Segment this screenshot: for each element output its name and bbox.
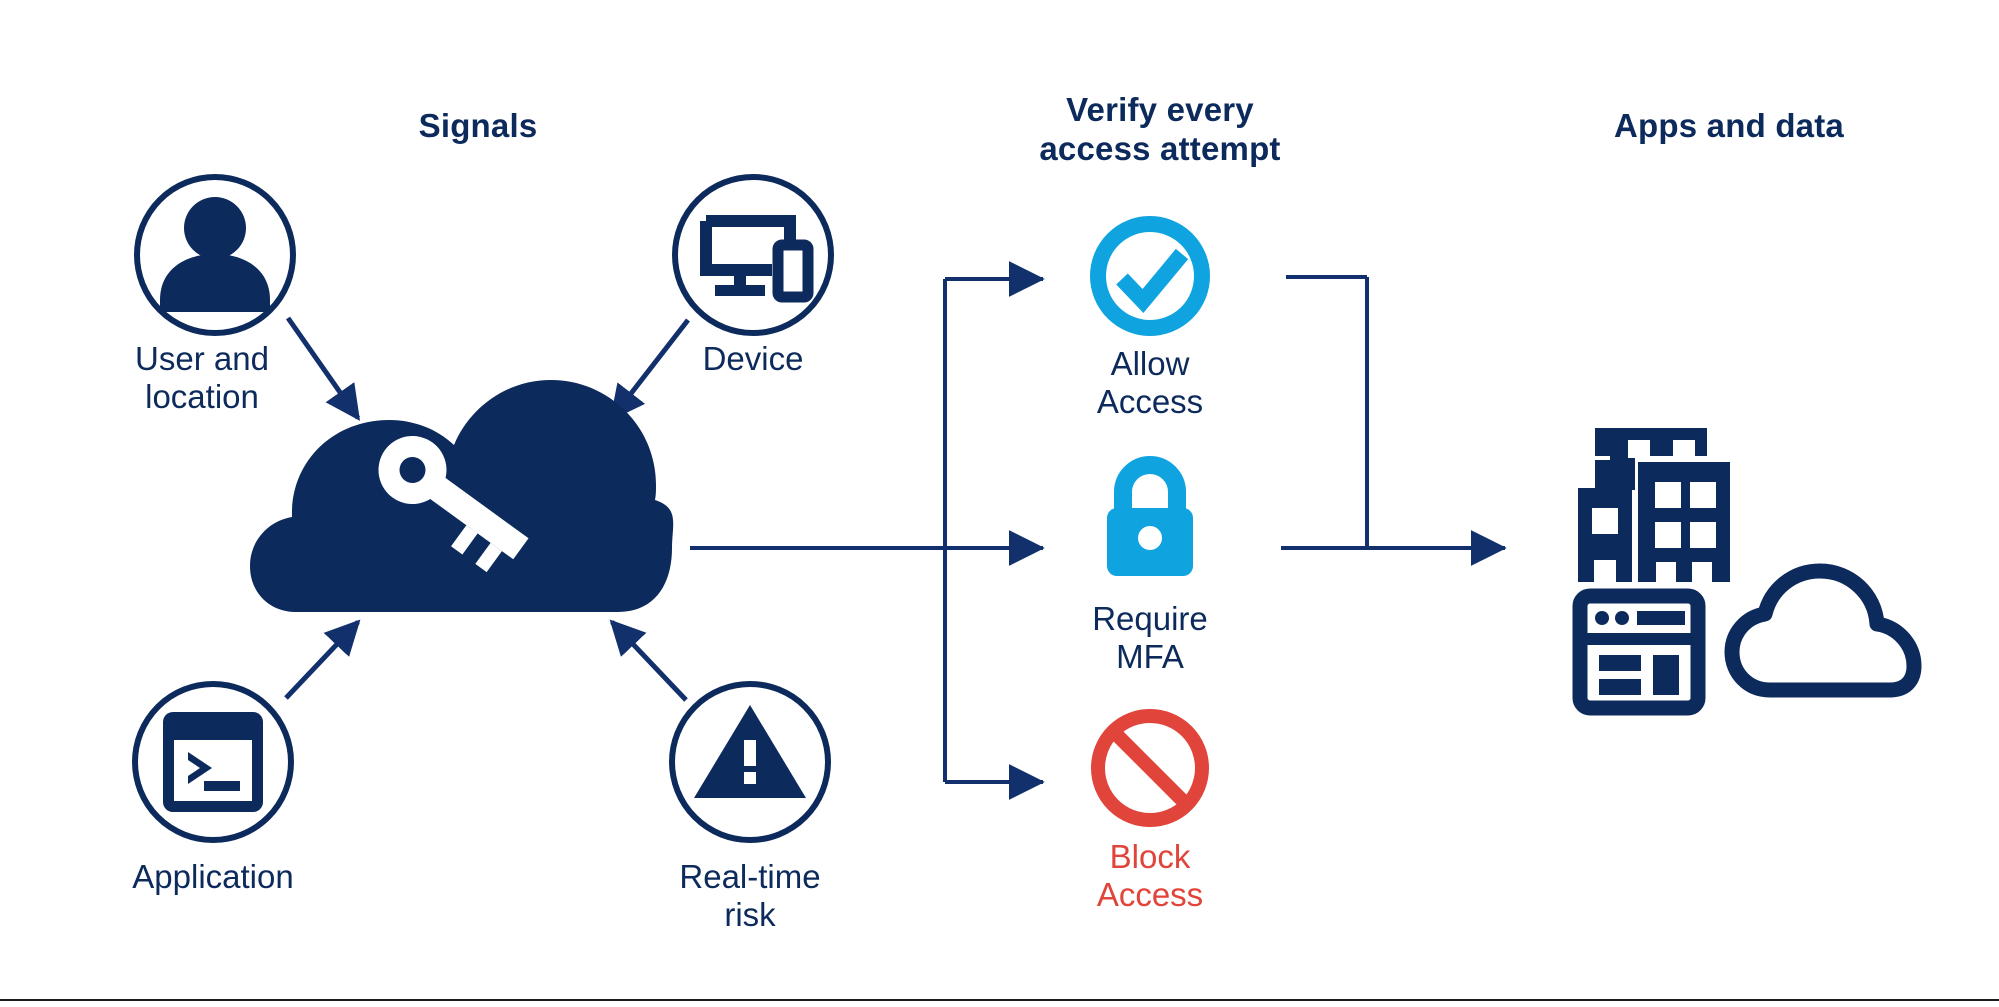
policy-cloud[interactable] [250,380,674,612]
prohibited-slash-icon [1108,726,1192,810]
decision-allow-label-line1: Allow [1111,345,1190,382]
phone-icon [772,239,814,303]
apps-cloud-service[interactable] [1724,563,1922,698]
buildings-icon [1578,428,1730,582]
browser-dot-1-icon [1595,611,1609,625]
browser-dot-2-icon [1615,611,1629,625]
signal-user-location-label-line1: User and [135,340,269,377]
cloud-outline-icon [1724,563,1922,698]
arrow-risk-to-cloud [609,619,688,702]
padlock-icon [1107,456,1193,576]
apps-merge-connectors [1281,275,1507,566]
diagram-canvas: Signals Verify every access attempt Apps… [0,0,1999,1007]
signal-real-time-risk-label-line1: Real-time [679,858,820,895]
browser-content-block-1-icon [1599,655,1641,671]
warning-triangle-icon [694,705,806,798]
signal-user-location-label-line2: location [145,378,259,415]
arrow-user-to-cloud [285,316,361,421]
decision-mfa-label-line1: Require [1092,600,1208,637]
decision-require-mfa[interactable]: Require MFA [1092,456,1208,675]
decision-allow-access[interactable]: Allow Access [1090,216,1210,420]
bottom-divider [0,999,1999,1001]
decision-block-access[interactable]: Block Access [1091,709,1209,913]
browser-window-icon [1572,588,1706,716]
monitor-stand-icon [715,285,765,296]
signal-application-label: Application [132,858,293,895]
apps-web-app[interactable] [1572,588,1706,716]
signal-real-time-risk[interactable]: Real-time risk [609,619,831,933]
check-mark-icon [1116,248,1189,314]
decision-block-label-line2: Access [1097,876,1203,913]
check-circle-icon [1090,216,1210,336]
browser-content-block-2-icon [1599,679,1641,695]
signal-real-time-risk-label-line2: risk [724,896,776,933]
signal-user-location[interactable]: User and location [134,174,361,421]
apps-on-premises[interactable] [1578,428,1730,582]
browser-content-block-3-icon [1653,655,1679,695]
terminal-icon [163,712,263,812]
signal-device-label: Device [703,340,804,377]
zero-trust-diagram: Signals Verify every access attempt Apps… [132,91,1922,933]
column-title-apps: Apps and data [1614,107,1844,144]
decision-allow-label-line2: Access [1097,383,1203,420]
arrow-application-to-cloud [284,619,361,700]
person-icon [160,197,270,312]
column-title-verify-line1: Verify every [1066,91,1254,128]
signal-device[interactable]: Device [609,174,834,421]
decision-mfa-label-line2: MFA [1116,638,1184,675]
signal-application[interactable]: Application [132,619,361,895]
arrow-device-to-cloud [609,318,690,421]
padlock-keyhole-icon [1138,526,1162,550]
decision-block-label-line1: Block [1110,838,1191,875]
column-title-verify-line2: access attempt [1039,130,1280,167]
browser-address-bar-icon [1637,611,1685,625]
column-title-signals: Signals [419,107,538,144]
padlock-shackle-icon [1114,456,1186,512]
